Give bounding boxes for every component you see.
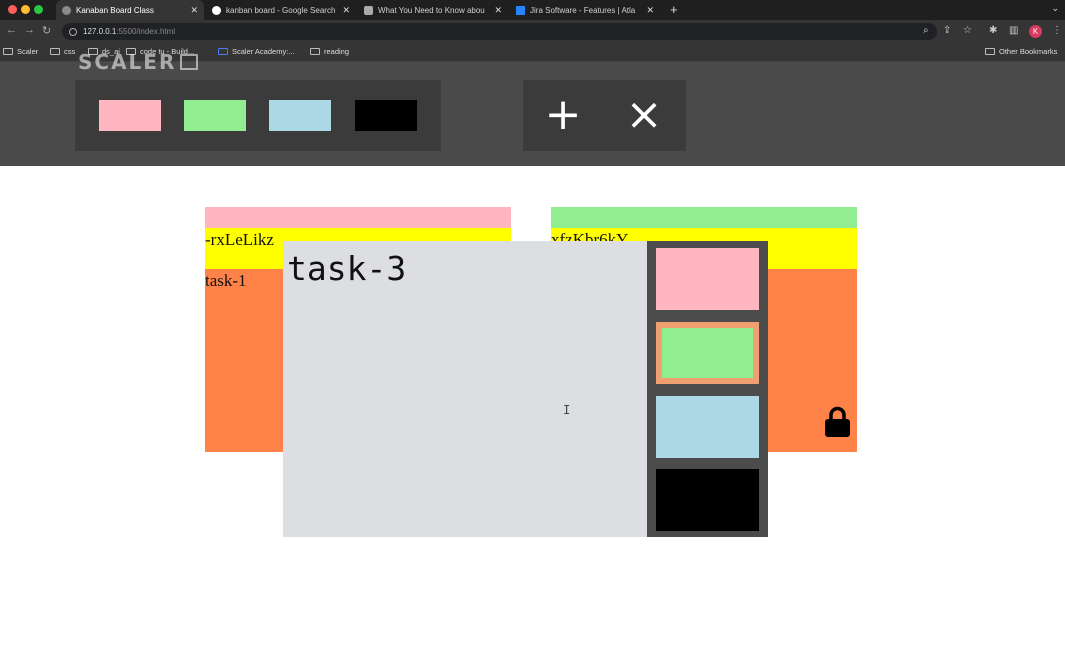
color-filter-group	[75, 80, 441, 151]
star-icon[interactable]: ☆	[963, 25, 972, 36]
priority-blue[interactable]	[656, 396, 759, 458]
folder-icon	[985, 48, 995, 55]
jira-icon	[516, 5, 525, 15]
side-panel-icon[interactable]: ▥	[1009, 25, 1018, 36]
lock-icon[interactable]	[824, 406, 851, 438]
zoom-icon[interactable]: ⌕	[923, 25, 929, 36]
google-icon	[212, 5, 221, 15]
bookmark-item[interactable]: css	[50, 47, 75, 56]
share-icon[interactable]: ⇪	[943, 25, 951, 36]
remove-button[interactable]: ×	[614, 90, 674, 142]
bookmark-item[interactable]: reading	[310, 47, 349, 56]
task-modal: task-3 I	[283, 241, 768, 537]
filter-blue[interactable]	[269, 100, 331, 131]
browser-tab[interactable]: Jira Software - Features | Atla ✕	[510, 0, 660, 20]
maximize-window-icon[interactable]	[34, 5, 43, 14]
filter-green[interactable]	[184, 100, 246, 131]
priority-pink[interactable]	[656, 248, 759, 310]
filter-black[interactable]	[355, 100, 417, 131]
add-button[interactable]: +	[533, 90, 593, 142]
close-tab-icon[interactable]: ✕	[190, 5, 198, 16]
globe-icon	[62, 5, 71, 15]
profile-avatar[interactable]: K	[1029, 25, 1042, 38]
back-icon[interactable]: ←	[6, 24, 17, 36]
page-icon	[364, 5, 373, 15]
filter-pink[interactable]	[99, 100, 161, 131]
ticket-task: task-1	[205, 271, 247, 290]
browser-tab-bar: Kanaban Board Class ✕ kanban board - Goo…	[0, 0, 1065, 20]
ticket-priority-strip[interactable]	[205, 207, 511, 228]
minimize-window-icon[interactable]	[21, 5, 30, 14]
priority-black[interactable]	[656, 469, 759, 531]
url-host: 127.0.0.1	[83, 27, 117, 36]
scaler-icon	[218, 48, 228, 55]
other-bookmarks[interactable]: Other Bookmarks	[985, 47, 1057, 56]
new-tab-icon[interactable]: +	[670, 2, 678, 17]
folder-icon	[50, 48, 60, 55]
close-window-icon[interactable]	[8, 5, 17, 14]
close-tab-icon[interactable]: ✕	[494, 5, 502, 16]
forward-icon[interactable]: →	[24, 24, 35, 36]
reload-icon[interactable]: ↻	[42, 24, 51, 37]
close-tab-icon[interactable]: ✕	[646, 5, 654, 16]
site-info-icon[interactable]	[69, 27, 77, 36]
scaler-watermark: SCALER	[78, 50, 199, 74]
ticket-priority-strip[interactable]	[551, 207, 857, 228]
scaler-logo-icon	[180, 54, 199, 70]
action-group: + ×	[523, 80, 686, 151]
url-field[interactable]: 127.0.0.1:5500/index.html	[62, 23, 937, 40]
priority-color-picker	[647, 241, 768, 537]
browser-tab[interactable]: Kanaban Board Class ✕	[56, 0, 204, 20]
url-path: :5500/index.html	[116, 27, 176, 36]
close-tab-icon[interactable]: ✕	[342, 5, 350, 16]
app-toolbar: + ×	[0, 62, 1065, 166]
browser-tab[interactable]: What You Need to Know abou ✕	[358, 0, 508, 20]
extensions-icon[interactable]: ✱	[989, 25, 997, 36]
folder-icon	[310, 48, 320, 55]
bookmark-item[interactable]: Scaler Academy:...	[218, 47, 295, 56]
browser-tab[interactable]: kanban board - Google Search ✕	[206, 0, 356, 20]
text-cursor-icon: I	[563, 403, 571, 417]
bookmark-item[interactable]: Scaler	[3, 47, 38, 56]
task-textarea[interactable]: task-3	[283, 241, 647, 537]
more-menu-icon[interactable]: ⋮	[1052, 25, 1062, 36]
chevron-down-icon[interactable]: ⌄	[1051, 3, 1059, 14]
address-bar-row: ← → ↻ 127.0.0.1:5500/index.html ⌕ ⇪ ☆ ✱ …	[0, 20, 1065, 43]
priority-green[interactable]	[656, 322, 759, 384]
folder-icon	[3, 48, 13, 55]
